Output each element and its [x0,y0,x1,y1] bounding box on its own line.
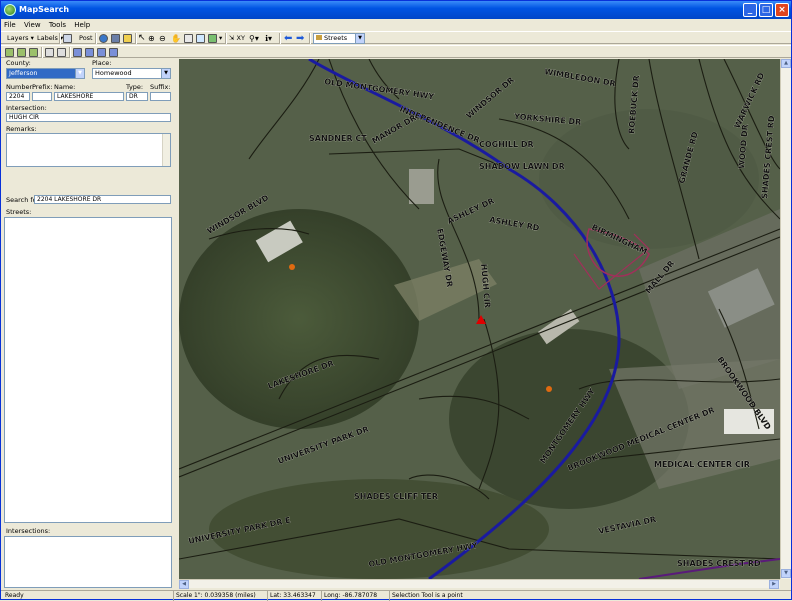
prefix-label: Prefix: [32,83,53,91]
zoom-in-icon[interactable]: ⊕ [148,33,155,44]
name-field[interactable]: LAKESHORE [54,92,124,101]
street-label: SANDNER CT [309,134,367,143]
maximize-button[interactable]: □ [759,3,773,17]
measure-icon[interactable] [184,34,193,43]
app-globe-icon [4,4,16,16]
street-label: MEDICAL CENTER CIR [654,460,750,469]
node-delete-icon[interactable] [109,48,118,57]
post-button[interactable]: Post [79,33,93,44]
minimize-button[interactable]: _ [743,3,757,17]
layer-select[interactable]: Streets ▼ [313,33,365,44]
toolbar-separator [41,47,43,58]
menu-view[interactable]: View [21,19,44,31]
tree-cover [539,109,759,249]
globe-icon[interactable] [99,34,108,43]
building [409,169,434,204]
grid-icon[interactable] [111,34,120,43]
prefix-field[interactable] [32,92,52,101]
streets-label: Streets: [6,208,32,216]
type-label: Type: [126,83,144,91]
disabled-tool-icon [45,48,54,57]
map-horizontal-scrollbar[interactable]: ◀ ▶ [179,579,780,589]
place-select[interactable]: Homewood ▼ [92,68,171,79]
street-label: SHADOW LAWN DR [479,162,565,171]
refresh-icon[interactable] [196,34,205,43]
map-icon[interactable] [208,34,217,43]
application-window: MapSearch _ □ × File View Tools Help Lay… [0,0,792,601]
suffix-label: Suffix: [150,83,171,91]
scroll-down-icon[interactable]: ▼ [781,569,791,578]
chevron-down-icon[interactable]: ▼ [75,69,84,78]
suffix-field[interactable] [150,92,171,101]
node-add-icon[interactable] [85,48,94,57]
search-for-field[interactable]: 2204 LAKESHORE DR [34,195,171,204]
status-bar: Ready Scale 1": 0.039358 (miles) Lat: 33… [1,590,791,601]
toolbar-separator [69,47,71,58]
chevron-down-icon[interactable]: ▼ [355,34,364,43]
scroll-up-icon[interactable]: ▲ [781,59,791,68]
county-select[interactable]: Jefferson ▼ [6,68,85,79]
select-arrow-icon[interactable]: ↖ [138,33,146,44]
main-toolbar: Layers ▾ Labels ▾ Post ↖ ⊕ ⊖ ✋ ▾ ⇲ XY ⚲▾… [1,31,791,44]
number-label: Number: [6,83,35,91]
search-panel: County: Place: Jefferson ▼ Homewood ▼ Numb… [1,59,176,590]
scroll-left-icon[interactable]: ◀ [179,580,189,589]
aerial-map[interactable]: OLD MONTGOMERY HWY INDEPENDENCE DR YORKS… [179,59,780,579]
name-label: Name: [54,83,76,91]
title-bar[interactable]: MapSearch _ □ × [1,1,791,19]
secondary-toolbar [1,45,791,58]
remarks-textarea[interactable] [6,133,171,167]
scroll-right-icon[interactable]: ▶ [769,580,779,589]
menu-bar: File View Tools Help [1,19,791,31]
pan-hand-icon[interactable]: ✋ [171,33,181,44]
menu-file[interactable]: File [1,19,19,31]
find-icon[interactable] [123,34,132,43]
county-label: County: [6,59,31,67]
street-label: COGHILL DR [479,140,534,149]
intersections-list[interactable] [4,536,172,588]
back-arrow-icon[interactable]: ⬅ [284,33,292,44]
edit-record-icon[interactable] [17,48,26,57]
intersection-field[interactable]: HUGH CIR [6,113,171,122]
map-vertical-scrollbar[interactable]: ▲ ▼ [780,59,791,579]
toolbar-separator [59,33,61,44]
print-icon[interactable] [63,34,72,43]
toolbar-separator [279,33,281,44]
menu-tools[interactable]: Tools [46,19,69,31]
window-title: MapSearch [19,5,70,14]
menu-help[interactable]: Help [71,19,93,31]
type-field[interactable]: DR [126,92,148,101]
node-move-icon[interactable] [97,48,106,57]
layers-button[interactable]: Layers ▾ [7,33,34,44]
info-icon[interactable]: ℹ▾ [265,33,272,44]
goto-xy-button[interactable]: ⇲ XY [229,33,245,44]
map-view[interactable]: OLD MONTGOMERY HWY INDEPENDENCE DR YORKS… [179,59,780,579]
streets-list[interactable] [4,217,172,523]
zoom-out-icon[interactable]: ⊖ [159,33,166,44]
delete-record-icon[interactable] [29,48,38,57]
poi-marker-icon[interactable] [546,386,552,392]
intersections-label: Intersections: [6,527,51,535]
toolbar-separator [309,33,311,44]
intersection-label: Intersection: [6,104,47,112]
remarks-scrollbar[interactable] [162,134,170,166]
street-label: SHADES CREST RD [677,559,761,568]
node-tool-icon[interactable] [73,48,82,57]
forward-arrow-icon[interactable]: ➡ [296,33,304,44]
toolbar-separator [135,33,137,44]
chevron-down-icon[interactable]: ▼ [161,69,170,78]
close-button[interactable]: × [775,3,789,17]
chevron-down-icon[interactable]: ▾ [219,33,222,44]
place-label: Place: [92,59,112,67]
add-record-icon[interactable] [5,48,14,57]
street-label: SHADES CLIFF TER [354,492,438,501]
number-field[interactable]: 2204 [6,92,30,101]
toolbar-separator [95,33,97,44]
disabled-tool-icon [57,48,66,57]
layer-swatch-icon [316,35,322,40]
remarks-label: Remarks: [6,125,37,133]
poi-marker-icon[interactable] [289,264,295,270]
toolbar-separator [225,33,227,44]
binoculars-icon[interactable]: ⚲▾ [249,33,259,44]
